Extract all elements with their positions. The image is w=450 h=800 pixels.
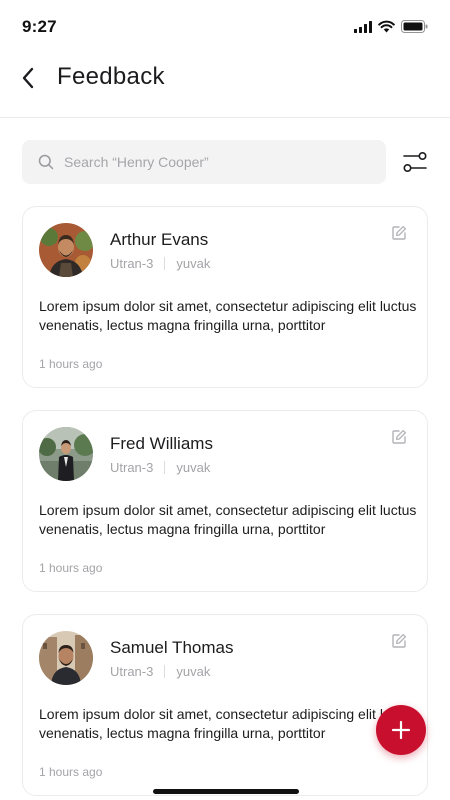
avatar xyxy=(39,631,93,685)
reviewer-tag: Utran-3 xyxy=(110,256,154,271)
feedback-time: 1 hours ago xyxy=(39,357,103,371)
search-icon xyxy=(38,154,54,170)
status-bar: 9:27 xyxy=(0,0,450,52)
edit-icon[interactable] xyxy=(391,633,407,649)
reviewer-user: yuvak xyxy=(176,256,211,271)
back-button[interactable] xyxy=(14,64,42,92)
status-icons xyxy=(354,20,428,33)
page-title: Feedback xyxy=(57,63,165,90)
reviewer-tag: Utran-3 xyxy=(110,460,154,475)
add-feedback-button[interactable] xyxy=(376,705,426,755)
feedback-message: Lorem ipsum dolor sit amet, consectetur … xyxy=(39,298,417,333)
reviewer-user: yuvak xyxy=(176,664,211,679)
feedback-time: 1 hours ago xyxy=(39,561,103,575)
reviewer-meta: Utran-3 yuvak xyxy=(110,460,210,475)
search-input[interactable] xyxy=(64,154,344,170)
page-header: Feedback xyxy=(0,52,450,118)
battery-icon xyxy=(401,20,428,33)
avatar xyxy=(39,427,93,481)
edit-icon[interactable] xyxy=(391,225,407,241)
feedback-message: Lorem ipsum dolor sit amet, consectetur … xyxy=(39,706,417,741)
feedback-time: 1 hours ago xyxy=(39,765,103,779)
edit-icon[interactable] xyxy=(391,429,407,445)
reviewer-name: Fred Williams xyxy=(110,434,213,453)
reviewer-name: Arthur Evans xyxy=(110,230,209,249)
search-bar[interactable] xyxy=(22,140,386,184)
feedback-card[interactable]: Fred Williams Utran-3 yuvak Lorem ipsum … xyxy=(22,410,428,592)
wifi-icon xyxy=(378,20,395,33)
reviewer-meta: Utran-3 yuvak xyxy=(110,256,210,271)
home-indicator xyxy=(153,789,299,794)
reviewer-meta: Utran-3 yuvak xyxy=(110,664,210,679)
status-time: 9:27 xyxy=(22,17,57,36)
reviewer-tag: Utran-3 xyxy=(110,664,154,679)
chevron-left-icon xyxy=(22,67,34,89)
feedback-card[interactable]: Samuel Thomas Utran-3 yuvak Lorem ipsum … xyxy=(22,614,428,796)
feedback-card[interactable]: Arthur Evans Utran-3 yuvak Lorem ipsum d… xyxy=(22,206,428,388)
plus-icon xyxy=(391,720,411,740)
reviewer-name: Samuel Thomas xyxy=(110,638,234,657)
avatar xyxy=(39,223,93,277)
signal-icon xyxy=(354,20,372,33)
meta-divider xyxy=(164,461,166,474)
feedback-message: Lorem ipsum dolor sit amet, consectetur … xyxy=(39,502,417,537)
filter-icon[interactable] xyxy=(402,150,428,174)
reviewer-user: yuvak xyxy=(176,460,211,475)
meta-divider xyxy=(164,257,166,270)
meta-divider xyxy=(164,665,166,678)
